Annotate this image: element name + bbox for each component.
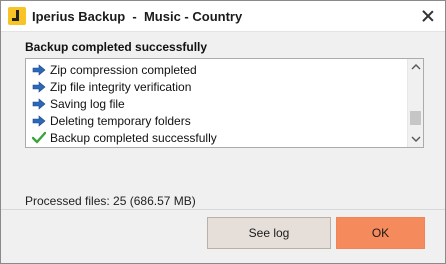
- scroll-up-icon[interactable]: [408, 60, 423, 74]
- divider: [1, 209, 445, 210]
- backup-result-window: Iperius Backup - Music - Country Backup …: [0, 0, 446, 264]
- arrow-right-icon: [32, 114, 46, 128]
- arrow-right-icon: [32, 80, 46, 94]
- scroll-down-icon[interactable]: [408, 132, 423, 146]
- log-list[interactable]: Zip compression completed Zip file integ…: [25, 58, 424, 148]
- iperius-logo-icon: [8, 7, 26, 25]
- list-item: Zip file integrity verification: [32, 78, 191, 95]
- processed-files-label: Processed files: 25 (686.57 MB): [25, 194, 196, 208]
- ok-button[interactable]: OK: [336, 217, 425, 249]
- log-item-text: Backup completed successfully: [50, 130, 217, 145]
- log-scrollbar[interactable]: [407, 59, 423, 147]
- log-item-text: Deleting temporary folders: [50, 113, 191, 128]
- title-bar[interactable]: Iperius Backup - Music - Country: [1, 1, 445, 32]
- window-title: Iperius Backup - Music - Country: [32, 9, 243, 24]
- scroll-thumb[interactable]: [410, 111, 421, 125]
- see-log-button[interactable]: See log: [207, 217, 331, 249]
- log-item-text: Zip compression completed: [50, 62, 197, 77]
- list-item: Zip compression completed: [32, 61, 197, 78]
- list-item: Saving log file: [32, 95, 125, 112]
- arrow-right-icon: [32, 97, 46, 111]
- log-item-text: Zip file integrity verification: [50, 79, 192, 94]
- list-item: Backup completed successfully: [32, 129, 217, 146]
- arrow-right-icon: [32, 63, 46, 77]
- close-icon[interactable]: [417, 6, 439, 26]
- check-icon: [32, 131, 46, 145]
- log-item-text: Saving log file: [50, 96, 125, 111]
- list-item: Deleting temporary folders: [32, 112, 191, 129]
- status-heading: Backup completed successfully: [25, 40, 208, 54]
